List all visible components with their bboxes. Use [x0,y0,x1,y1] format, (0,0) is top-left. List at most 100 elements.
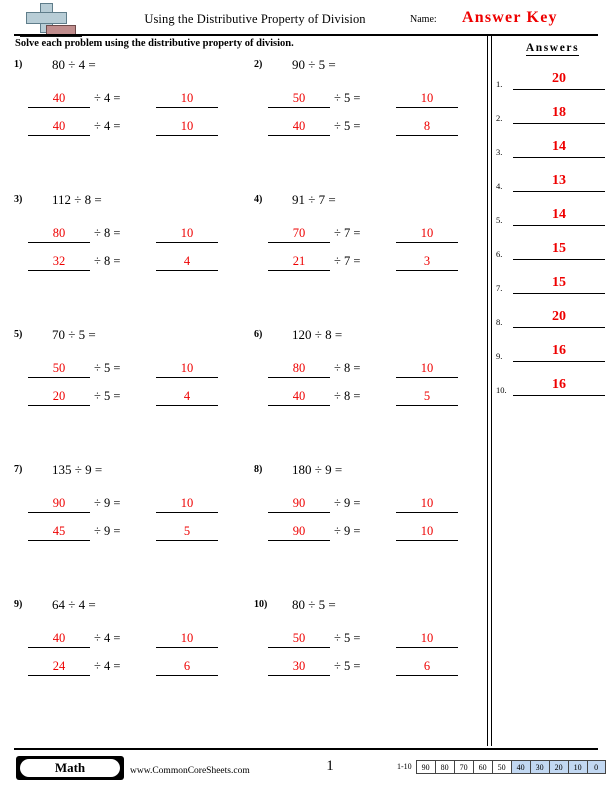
answer-row-number: 2. [496,113,503,123]
result-blank[interactable]: 4 [156,252,218,271]
result-blank[interactable]: 10 [396,224,458,243]
answer-value[interactable]: 15 [513,272,605,294]
part-blank[interactable]: 80 [28,224,90,243]
problem-3: 3) 112 ÷ 8 = 80 ÷ 8 = 10 32 ÷ 8 = 4 [8,190,248,320]
part-blank[interactable]: 30 [268,657,330,676]
problem-expression: 135 ÷ 9 = [52,462,103,477]
page-header: Using the Distributive Property of Divis… [0,0,612,38]
answer-row-number: 8. [496,317,503,327]
answer-row-number: 1. [496,79,503,89]
result-blank[interactable]: 10 [156,629,218,648]
divisor-text: ÷ 5 = [94,389,121,403]
part-blank[interactable]: 90 [28,494,90,513]
answer-row-number: 5. [496,215,503,225]
answer-value[interactable]: 16 [513,340,605,362]
part-blank[interactable]: 32 [28,252,90,271]
result-blank[interactable]: 10 [396,494,458,513]
part-blank[interactable]: 40 [28,629,90,648]
answer-value[interactable]: 20 [513,306,605,328]
divisor-text: ÷ 5 = [334,659,361,673]
page-title: Using the Distributive Property of Divis… [144,12,366,26]
problem-expression: 90 ÷ 5 = [292,57,336,72]
decomposition-line-1: 70 ÷ 7 = 10 [268,218,483,243]
answer-row: 4. 13 [493,166,612,192]
part-blank[interactable]: 80 [268,359,330,378]
page-number: 1 [326,758,334,774]
problem-expression: 180 ÷ 9 = [292,462,343,477]
divisor-text: ÷ 9 = [334,524,361,538]
divisor-text: ÷ 4 = [94,631,121,645]
subject-badge: Math [16,756,124,780]
grading-scale-box: 30 [529,759,549,774]
decomposition-line-2: 90 ÷ 9 = 10 [268,516,483,541]
part-blank[interactable]: 40 [268,117,330,136]
answer-value[interactable]: 20 [513,68,605,90]
problem-number: 3) [14,194,23,205]
answer-value[interactable]: 14 [513,136,605,158]
answer-value[interactable]: 14 [513,204,605,226]
result-blank[interactable]: 4 [156,387,218,406]
answer-row: 3. 14 [493,132,612,158]
result-blank[interactable]: 6 [396,657,458,676]
decomposition-line-2: 20 ÷ 5 = 4 [28,381,243,406]
answer-row: 2. 18 [493,98,612,124]
result-blank[interactable]: 10 [396,629,458,648]
problem-expression: 120 ÷ 8 = [292,327,343,342]
divisor-text: ÷ 8 = [334,361,361,375]
problem-row: 1) 80 ÷ 4 = 40 ÷ 4 = 10 40 ÷ 4 = 10 2) 90 ÷ 5 = 50… [0,55,487,190]
grading-scale-box: 90 [415,759,435,774]
answer-value[interactable]: 18 [513,102,605,124]
part-blank[interactable]: 24 [28,657,90,676]
answer-row-number: 3. [496,147,503,157]
answer-value[interactable]: 16 [513,374,605,396]
result-blank[interactable]: 10 [156,117,218,136]
answers-heading: Answers [493,42,612,56]
part-blank[interactable]: 90 [268,494,330,513]
part-blank[interactable]: 70 [268,224,330,243]
answer-value[interactable]: 15 [513,238,605,260]
divisor-text: ÷ 7 = [334,226,361,240]
problem-1: 1) 80 ÷ 4 = 40 ÷ 4 = 10 40 ÷ 4 = 10 [8,55,248,185]
decomposition-line-2: 30 ÷ 5 = 6 [268,651,483,676]
problem-6: 6) 120 ÷ 8 = 80 ÷ 8 = 10 40 ÷ 8 = 5 [248,325,488,455]
problem-expression: 91 ÷ 7 = [292,192,336,207]
answer-row: 10. 16 [493,370,612,396]
problem-expression: 80 ÷ 5 = [292,597,336,612]
result-blank[interactable]: 10 [156,89,218,108]
result-blank[interactable]: 5 [156,522,218,541]
result-blank[interactable]: 10 [156,494,218,513]
part-blank[interactable]: 50 [268,629,330,648]
problem-number: 5) [14,329,23,340]
part-blank[interactable]: 50 [268,89,330,108]
result-blank[interactable]: 8 [396,117,458,136]
divisor-text: ÷ 5 = [334,631,361,645]
result-blank[interactable]: 10 [396,359,458,378]
answer-row: 1. 20 [493,64,612,90]
part-blank[interactable]: 20 [28,387,90,406]
decomposition-line-1: 90 ÷ 9 = 10 [28,488,243,513]
part-blank[interactable]: 40 [268,387,330,406]
problems-grid: 1) 80 ÷ 4 = 40 ÷ 4 = 10 40 ÷ 4 = 10 2) 90 ÷ 5 = 50… [0,55,487,730]
decomposition-line-2: 32 ÷ 8 = 4 [28,246,243,271]
answer-row: 9. 16 [493,336,612,362]
result-blank[interactable]: 10 [156,359,218,378]
part-blank[interactable]: 90 [268,522,330,541]
divisor-text: ÷ 8 = [94,254,121,268]
problem-8: 8) 180 ÷ 9 = 90 ÷ 9 = 10 90 ÷ 9 = 10 [248,460,488,590]
answer-row: 5. 14 [493,200,612,226]
result-blank[interactable]: 5 [396,387,458,406]
answer-value[interactable]: 13 [513,170,605,192]
part-blank[interactable]: 50 [28,359,90,378]
part-blank[interactable]: 21 [268,252,330,271]
result-blank[interactable]: 10 [396,89,458,108]
result-blank[interactable]: 3 [396,252,458,271]
result-blank[interactable]: 10 [156,224,218,243]
grading-scale-box: 80 [434,759,454,774]
answer-key-badge: Answer Key [462,9,558,26]
footer-divider-rule [14,748,598,750]
result-blank[interactable]: 10 [396,522,458,541]
part-blank[interactable]: 40 [28,117,90,136]
part-blank[interactable]: 40 [28,89,90,108]
part-blank[interactable]: 45 [28,522,90,541]
result-blank[interactable]: 6 [156,657,218,676]
